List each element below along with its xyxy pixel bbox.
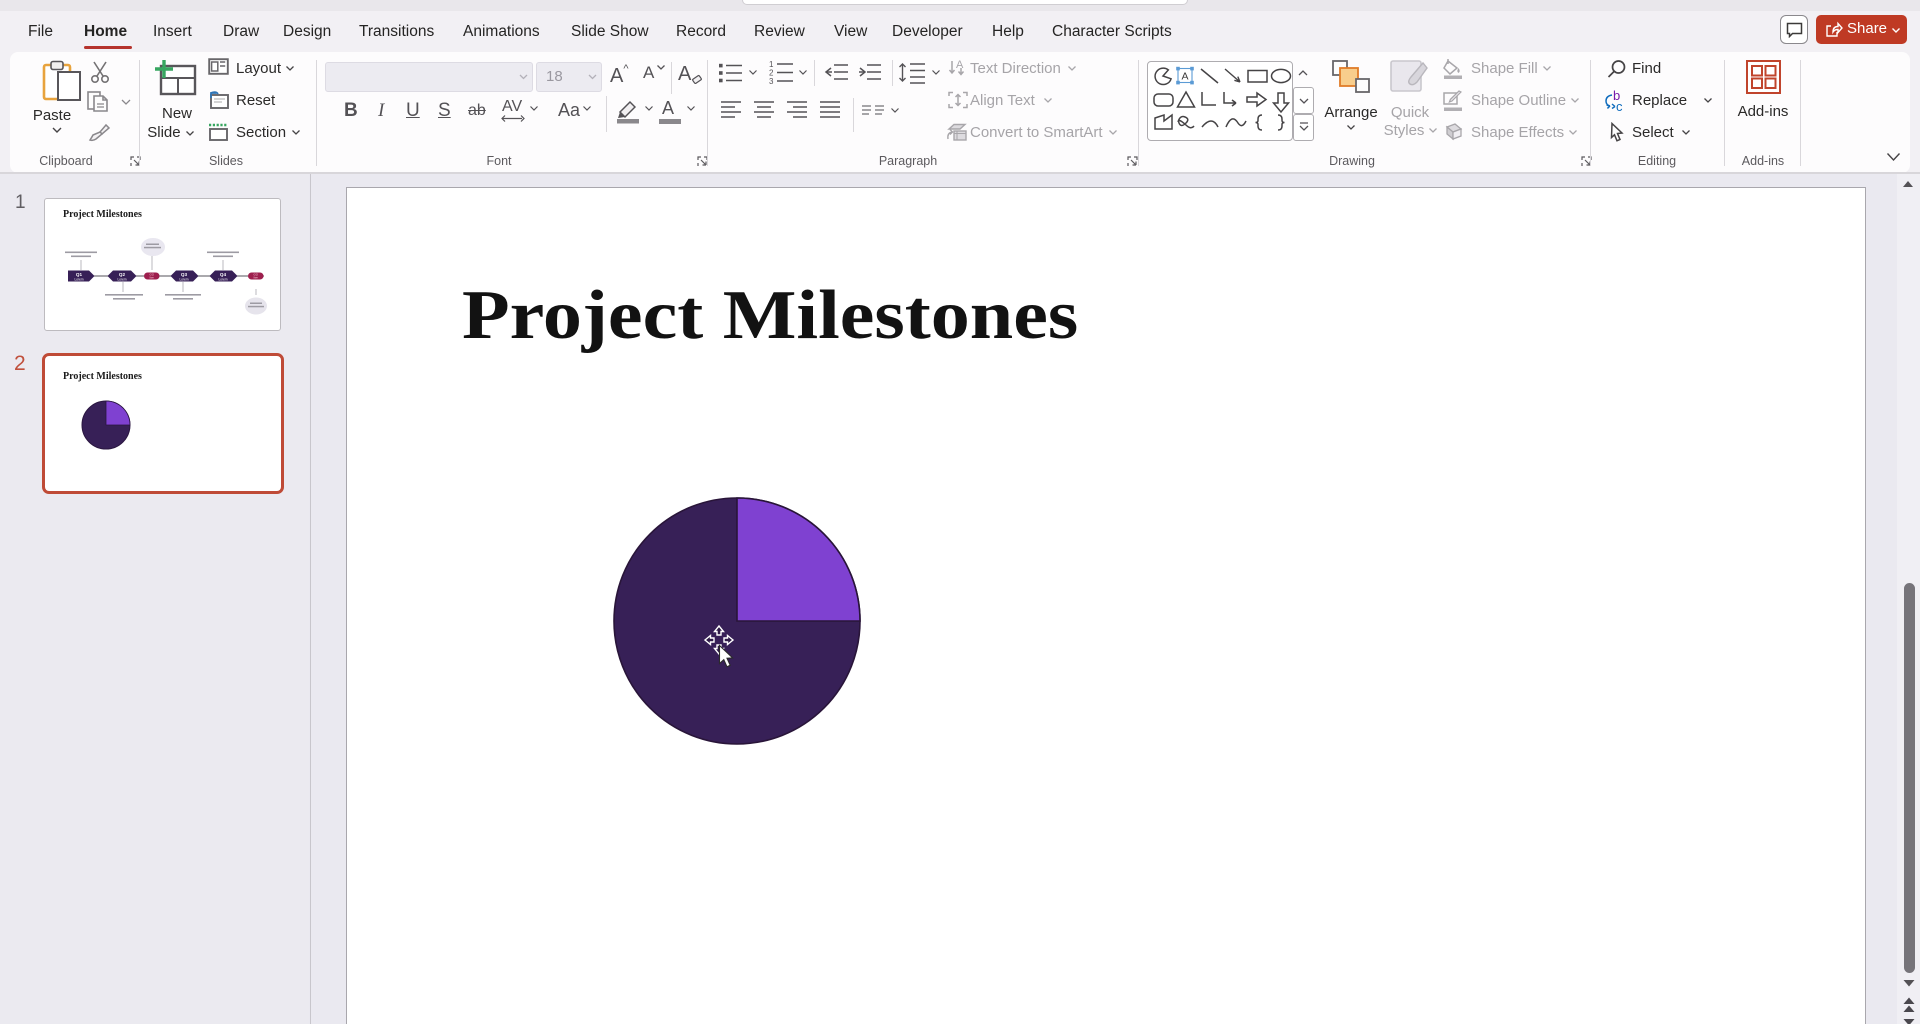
svg-text:Q2: Q2 [119, 272, 126, 277]
svg-text:live: live [150, 276, 155, 280]
svg-text:Lorem: Lorem [218, 278, 227, 282]
svg-text:Q4: Q4 [220, 272, 227, 277]
svg-text:3: 3 [769, 77, 774, 85]
svg-text:A: A [1182, 71, 1189, 83]
svg-text:Q1: Q1 [76, 272, 83, 277]
svg-text:A: A [956, 59, 964, 71]
svg-text:live: live [254, 276, 259, 280]
svg-text:Lorem: Lorem [179, 278, 188, 282]
svg-text:Lorem: Lorem [117, 278, 126, 282]
svg-text:c: c [1616, 99, 1623, 112]
svg-text:Q3: Q3 [181, 272, 188, 277]
svg-text:Lorem: Lorem [74, 278, 83, 282]
